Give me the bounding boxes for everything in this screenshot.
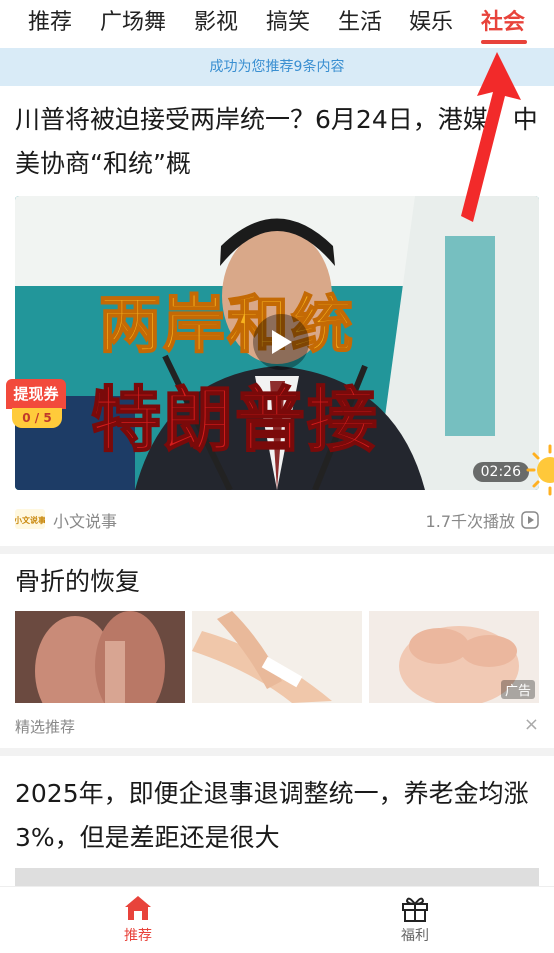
nav-welfare[interactable]: 福利	[375, 893, 455, 945]
tab-square-dance[interactable]: 广场舞	[100, 8, 166, 38]
section-divider	[0, 748, 554, 756]
active-tab-indicator	[481, 40, 527, 44]
source-name[interactable]: 小文说事	[53, 508, 117, 532]
play-count-text: 1.7千次播放	[425, 512, 515, 531]
play-outline-icon	[521, 511, 539, 529]
tab-recommend[interactable]: 推荐	[28, 8, 72, 38]
ad-title[interactable]: 骨折的恢复	[15, 562, 140, 598]
play-icon	[272, 330, 292, 354]
section-divider	[0, 546, 554, 554]
video-overlay-headline: 两岸和统	[98, 287, 356, 362]
tab-film[interactable]: 影视	[194, 8, 238, 38]
tab-life[interactable]: 生活	[338, 8, 382, 38]
tab-funny[interactable]: 搞笑	[266, 8, 310, 38]
cash-coupon-widget[interactable]: 提现券 0 / 5	[6, 379, 68, 429]
gift-icon	[402, 897, 428, 922]
article-title[interactable]: 2025年，即便企退事退调整统一，养老金均涨3%，但是差距还是很大	[15, 772, 540, 860]
play-button[interactable]	[253, 314, 309, 370]
knee-photo-1	[15, 611, 185, 703]
floating-sun-icon[interactable]	[526, 440, 554, 500]
leg-photo	[192, 611, 362, 703]
article-meta: 小文说事 小文说事 1.7千次播放	[15, 505, 539, 533]
category-tabs: 推荐 广场舞 影视 搞笑 生活 娱乐 社会	[0, 0, 554, 48]
article-title[interactable]: 川普将被迫接受两岸统一？6月24日，港媒：中美协商“和统”概	[15, 98, 540, 186]
refresh-banner: 成功为您推荐9条内容	[0, 48, 554, 86]
video-duration: 02:26	[472, 462, 529, 482]
tab-society[interactable]: 社会	[481, 8, 525, 38]
tab-entertainment[interactable]: 娱乐	[409, 8, 453, 38]
nav-label-welfare: 福利	[401, 928, 429, 944]
ad-image-3[interactable]: 广告	[369, 611, 539, 703]
ad-image-1[interactable]	[15, 611, 185, 703]
home-icon	[125, 896, 151, 920]
coupon-progress: 0 / 5	[12, 408, 62, 428]
video-overlay-subheadline: 特朗普接	[90, 378, 379, 462]
ad-badge: 广告	[500, 680, 535, 699]
coupon-label: 提现券	[6, 379, 66, 409]
source-logo: 小文说事	[15, 509, 45, 529]
close-icon[interactable]: ×	[524, 714, 539, 735]
source-logo-text: 小文说事	[15, 515, 45, 525]
play-count: 1.7千次播放	[426, 508, 539, 532]
bottom-navigation: 推荐 福利	[0, 886, 554, 953]
ad-image-2[interactable]	[192, 611, 362, 703]
video-thumbnail[interactable]: 两岸和统 特朗普接 02:26	[15, 196, 539, 490]
nav-recommend[interactable]: 推荐	[98, 893, 178, 945]
nav-label-recommend: 推荐	[124, 928, 152, 944]
ad-footer: 精选推荐 ×	[15, 714, 539, 737]
ad-footer-text: 精选推荐	[15, 718, 76, 736]
